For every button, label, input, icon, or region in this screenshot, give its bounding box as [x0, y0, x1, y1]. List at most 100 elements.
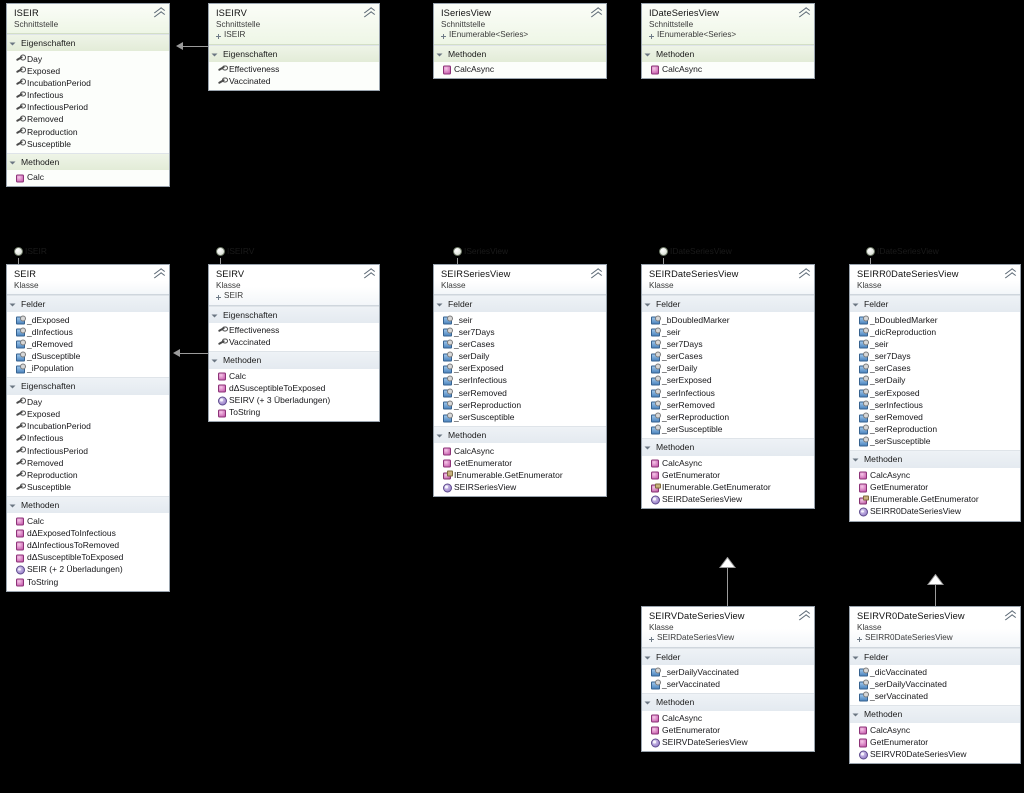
- member-row[interactable]: _ser7Days: [850, 350, 1020, 362]
- member-row[interactable]: SEIRSeriesView: [434, 481, 606, 493]
- section-header[interactable]: Eigenschaften: [209, 44, 379, 62]
- member-row[interactable]: SEIRDateSeriesView: [642, 493, 814, 505]
- member-row[interactable]: GetEnumerator: [850, 481, 1020, 493]
- member-row[interactable]: CalcAsync: [642, 63, 814, 75]
- member-row[interactable]: Effectiveness: [209, 63, 379, 75]
- interface-box-idateseriesview[interactable]: IDateSeriesView Schnittstelle IEnumerabl…: [641, 3, 815, 80]
- member-row[interactable]: SEIR (+ 2 Überladungen): [7, 563, 169, 575]
- member-row[interactable]: IncubationPeriod: [7, 420, 169, 432]
- section-header[interactable]: Methoden: [7, 152, 169, 171]
- member-row[interactable]: _serInfectious: [642, 387, 814, 399]
- member-row[interactable]: CalcAsync: [434, 63, 606, 75]
- member-row[interactable]: Vaccinated: [209, 75, 379, 87]
- member-row[interactable]: CalcAsync: [434, 444, 606, 456]
- member-row[interactable]: _serRemoved: [850, 411, 1020, 423]
- member-row[interactable]: CalcAsync: [642, 457, 814, 469]
- member-row[interactable]: _serSusceptible: [434, 411, 606, 423]
- member-row[interactable]: _dSusceptible: [7, 350, 169, 362]
- member-row[interactable]: Removed: [7, 113, 169, 125]
- member-row[interactable]: _serRemoved: [642, 399, 814, 411]
- section-header[interactable]: Methoden: [850, 705, 1020, 723]
- interface-box-iseirv[interactable]: ISEIRV Schnittstelle ISEIR Eigenschaften…: [208, 3, 380, 92]
- section-header[interactable]: Eigenschaften: [7, 377, 169, 395]
- member-row[interactable]: Day: [7, 396, 169, 408]
- member-row[interactable]: _serCases: [850, 362, 1020, 374]
- collapse-chevron-icon[interactable]: [364, 9, 374, 18]
- member-row[interactable]: Reproduction: [7, 469, 169, 481]
- section-header[interactable]: Methoden: [434, 44, 606, 62]
- member-row[interactable]: _bDoubledMarker: [850, 313, 1020, 325]
- interface-box-iseir[interactable]: ISEIR Schnittstelle Eigenschaften Day Ex…: [6, 3, 170, 188]
- member-row[interactable]: _serVaccinated: [850, 690, 1020, 702]
- section-header[interactable]: Felder: [850, 295, 1020, 313]
- section-header[interactable]: Methoden: [850, 450, 1020, 468]
- member-row[interactable]: GetEnumerator: [642, 724, 814, 736]
- member-row[interactable]: Day: [7, 52, 169, 64]
- member-row[interactable]: ToString: [209, 406, 379, 418]
- member-row[interactable]: IEnumerable.GetEnumerator: [850, 493, 1020, 505]
- member-row[interactable]: _dicReproduction: [850, 326, 1020, 338]
- member-row[interactable]: _seir: [850, 338, 1020, 350]
- member-row[interactable]: dΔExposedToInfectious: [7, 527, 169, 539]
- member-row[interactable]: SEIRR0DateSeriesView: [850, 505, 1020, 517]
- section-header[interactable]: Methoden: [434, 426, 606, 444]
- member-row[interactable]: _ser7Days: [434, 326, 606, 338]
- member-row[interactable]: _serDailyVaccinated: [850, 678, 1020, 690]
- member-row[interactable]: Calc: [7, 514, 169, 526]
- member-row[interactable]: dΔSusceptibleToExposed: [209, 382, 379, 394]
- member-row[interactable]: Calc: [209, 370, 379, 382]
- member-row[interactable]: _dInfectious: [7, 326, 169, 338]
- class-box-seirvdateseriesview[interactable]: SEIRVDateSeriesView Klasse SEIRDateSerie…: [641, 606, 815, 753]
- member-row[interactable]: _dicVaccinated: [850, 666, 1020, 678]
- member-row[interactable]: _serReproduction: [642, 411, 814, 423]
- collapse-chevron-icon[interactable]: [799, 9, 809, 18]
- member-row[interactable]: Calc: [7, 171, 169, 183]
- member-row[interactable]: _serInfectious: [850, 399, 1020, 411]
- section-header[interactable]: Methoden: [209, 351, 379, 369]
- interface-box-iseriesview[interactable]: ISeriesView Schnittstelle IEnumerable<Se…: [433, 3, 607, 80]
- collapse-chevron-icon[interactable]: [799, 612, 809, 621]
- member-row[interactable]: _serReproduction: [434, 399, 606, 411]
- member-row[interactable]: _serCases: [434, 338, 606, 350]
- member-row[interactable]: _ser7Days: [642, 338, 814, 350]
- member-row[interactable]: InfectiousPeriod: [7, 101, 169, 113]
- member-row[interactable]: _serSusceptible: [850, 435, 1020, 447]
- member-row[interactable]: GetEnumerator: [434, 457, 606, 469]
- member-row[interactable]: _dExposed: [7, 313, 169, 325]
- member-row[interactable]: IncubationPeriod: [7, 77, 169, 89]
- member-row[interactable]: _serVaccinated: [642, 678, 814, 690]
- member-row[interactable]: Removed: [7, 457, 169, 469]
- member-row[interactable]: _serExposed: [434, 362, 606, 374]
- collapse-chevron-icon[interactable]: [591, 9, 601, 18]
- member-row[interactable]: SEIRVR0DateSeriesView: [850, 748, 1020, 760]
- member-row[interactable]: _serDaily: [850, 374, 1020, 386]
- member-row[interactable]: _serDaily: [642, 362, 814, 374]
- member-row[interactable]: InfectiousPeriod: [7, 444, 169, 456]
- member-row[interactable]: _serInfectious: [434, 374, 606, 386]
- member-row[interactable]: Exposed: [7, 65, 169, 77]
- member-row[interactable]: _serReproduction: [850, 423, 1020, 435]
- collapse-chevron-icon[interactable]: [799, 270, 809, 279]
- collapse-chevron-icon[interactable]: [364, 270, 374, 279]
- member-row[interactable]: _serCases: [642, 350, 814, 362]
- section-header[interactable]: Felder: [7, 295, 169, 313]
- section-header[interactable]: Felder: [642, 647, 814, 665]
- member-row[interactable]: Susceptible: [7, 138, 169, 150]
- member-row[interactable]: dΔInfectiousToRemoved: [7, 539, 169, 551]
- member-row[interactable]: SEIRVDateSeriesView: [642, 736, 814, 748]
- member-row[interactable]: _serExposed: [642, 374, 814, 386]
- member-row[interactable]: Effectiveness: [209, 324, 379, 336]
- member-row[interactable]: Reproduction: [7, 126, 169, 138]
- member-row[interactable]: SEIRV (+ 3 Überladungen): [209, 394, 379, 406]
- member-row[interactable]: _serDaily: [434, 350, 606, 362]
- section-header[interactable]: Methoden: [642, 44, 814, 62]
- member-row[interactable]: IEnumerable.GetEnumerator: [434, 469, 606, 481]
- member-row[interactable]: CalcAsync: [850, 724, 1020, 736]
- member-row[interactable]: GetEnumerator: [642, 469, 814, 481]
- member-row[interactable]: Infectious: [7, 432, 169, 444]
- member-row[interactable]: _bDoubledMarker: [642, 313, 814, 325]
- member-row[interactable]: _serExposed: [850, 387, 1020, 399]
- member-row[interactable]: GetEnumerator: [850, 736, 1020, 748]
- collapse-chevron-icon[interactable]: [1005, 612, 1015, 621]
- member-row[interactable]: IEnumerable.GetEnumerator: [642, 481, 814, 493]
